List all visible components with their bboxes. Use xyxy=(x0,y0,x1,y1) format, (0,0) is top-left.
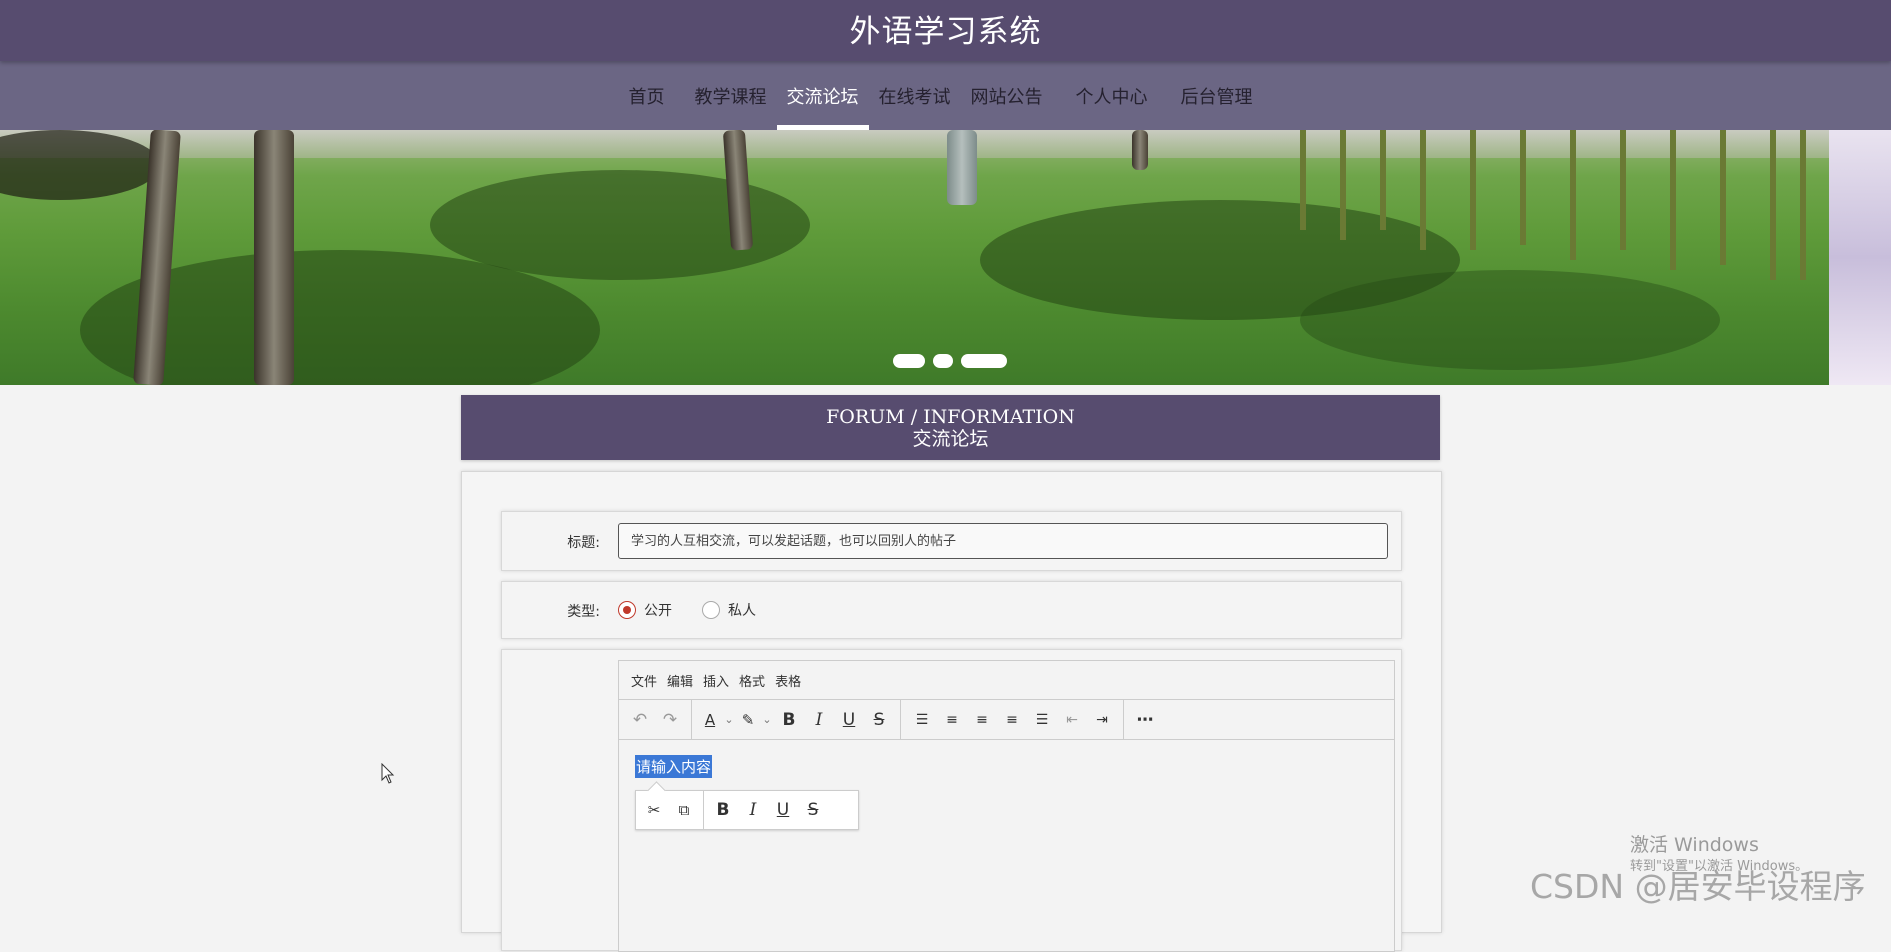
align-right-icon[interactable]: ≡ xyxy=(997,705,1027,735)
type-radio-private[interactable]: 私人 xyxy=(702,600,756,620)
selection-quickbar: ✂ ⧉ B I U S xyxy=(635,790,859,830)
carousel-dot[interactable] xyxy=(961,354,1007,368)
csdn-watermark: CSDN @居安毕设程序 xyxy=(1530,867,1866,906)
nav-item-admin[interactable]: 后台管理 xyxy=(1171,61,1263,130)
menu-edit[interactable]: 编辑 xyxy=(667,671,693,690)
align-center-icon[interactable]: ≡ xyxy=(967,705,997,735)
align-justify-icon[interactable]: ☰ xyxy=(1027,705,1057,735)
radio-icon xyxy=(618,601,636,619)
rich-text-editor: 文件 编辑 插入 格式 表格 ↶ ↷ A ⌄ ✎ ⌄ B I U S ☰ ≡ ≡… xyxy=(618,660,1395,952)
top-header: 外语学习系统 xyxy=(0,0,1891,61)
title-label: 标题: xyxy=(567,535,600,551)
highlight-color-icon[interactable]: ✎ xyxy=(736,705,760,735)
editor-placeholder-selected: 请输入内容 xyxy=(635,755,713,778)
redo-icon[interactable]: ↷ xyxy=(655,705,685,735)
mouse-cursor-icon xyxy=(381,763,395,784)
nav-item-courses[interactable]: 教学课程 xyxy=(685,61,777,130)
underline-icon[interactable]: U xyxy=(768,795,798,825)
text-color-icon[interactable]: A xyxy=(698,705,722,735)
nav-item-announcement[interactable]: 网站公告 xyxy=(961,61,1053,130)
editor-menubar: 文件 编辑 插入 格式 表格 xyxy=(619,661,1394,700)
indent-icon[interactable]: ⇥ xyxy=(1087,705,1117,735)
strikethrough-icon[interactable]: S xyxy=(864,705,894,735)
section-header: FORUM / INFORMATION 交流论坛 xyxy=(461,395,1440,460)
next-slide-preview xyxy=(1829,130,1891,385)
menu-table[interactable]: 表格 xyxy=(775,671,801,690)
more-icon[interactable]: ⋯ xyxy=(1130,705,1160,735)
outdent-icon[interactable]: ⇤ xyxy=(1057,705,1087,735)
carousel-dot[interactable] xyxy=(893,354,925,368)
copy-icon[interactable]: ⧉ xyxy=(669,795,699,825)
list-icon[interactable]: ☰ xyxy=(907,705,937,735)
type-radio-public[interactable]: 公开 xyxy=(618,600,672,620)
chevron-down-icon[interactable]: ⌄ xyxy=(722,705,736,735)
underline-icon[interactable]: U xyxy=(834,705,864,735)
type-label: 类型: xyxy=(567,604,600,620)
nav-item-home[interactable]: 首页 xyxy=(619,61,675,130)
bold-icon[interactable]: B xyxy=(708,795,738,825)
italic-icon[interactable]: I xyxy=(804,705,834,735)
menu-file[interactable]: 文件 xyxy=(631,671,657,690)
nav-item-forum[interactable]: 交流论坛 xyxy=(776,61,869,130)
carousel-indicators xyxy=(893,354,1007,368)
bold-icon[interactable]: B xyxy=(774,705,804,735)
strikethrough-icon[interactable]: S xyxy=(798,795,828,825)
section-title-en: FORUM / INFORMATION xyxy=(826,406,1075,428)
title-input[interactable]: 学习的人互相交流，可以发起话题，也可以回别人的帖子 xyxy=(618,523,1388,559)
site-title: 外语学习系统 xyxy=(849,14,1042,50)
type-row: 类型: 公开 私人 xyxy=(501,581,1402,639)
menu-format[interactable]: 格式 xyxy=(739,671,765,690)
content-row: 文件 编辑 插入 格式 表格 ↶ ↷ A ⌄ ✎ ⌄ B I U S ☰ ≡ ≡… xyxy=(501,649,1402,952)
editor-content-area[interactable]: 请输入内容 ✂ ⧉ B I U S xyxy=(619,740,1394,940)
section-title-cn: 交流论坛 xyxy=(912,428,989,450)
title-row: 标题: 学习的人互相交流，可以发起话题，也可以回别人的帖子 xyxy=(501,511,1402,571)
carousel-dot[interactable] xyxy=(933,354,953,368)
main-nav: 首页 教学课程 交流论坛 在线考试 网站公告 个人中心 后台管理 xyxy=(0,61,1891,130)
radio-icon xyxy=(702,601,720,619)
nav-item-profile[interactable]: 个人中心 xyxy=(1066,61,1158,130)
italic-icon[interactable]: I xyxy=(738,795,768,825)
align-left-icon[interactable]: ≡ xyxy=(937,705,967,735)
nav-item-exam[interactable]: 在线考试 xyxy=(869,61,961,130)
editor-toolbar: ↶ ↷ A ⌄ ✎ ⌄ B I U S ☰ ≡ ≡ ≡ ☰ ⇤ ⇥ ⋯ xyxy=(619,700,1394,740)
chevron-down-icon[interactable]: ⌄ xyxy=(760,705,774,735)
banner-carousel-image xyxy=(0,130,1891,385)
menu-insert[interactable]: 插入 xyxy=(703,671,729,690)
cut-icon[interactable]: ✂ xyxy=(639,795,669,825)
undo-icon[interactable]: ↶ xyxy=(625,705,655,735)
forum-post-form: 标题: 学习的人互相交流，可以发起话题，也可以回别人的帖子 类型: 公开 私人 … xyxy=(461,471,1442,952)
